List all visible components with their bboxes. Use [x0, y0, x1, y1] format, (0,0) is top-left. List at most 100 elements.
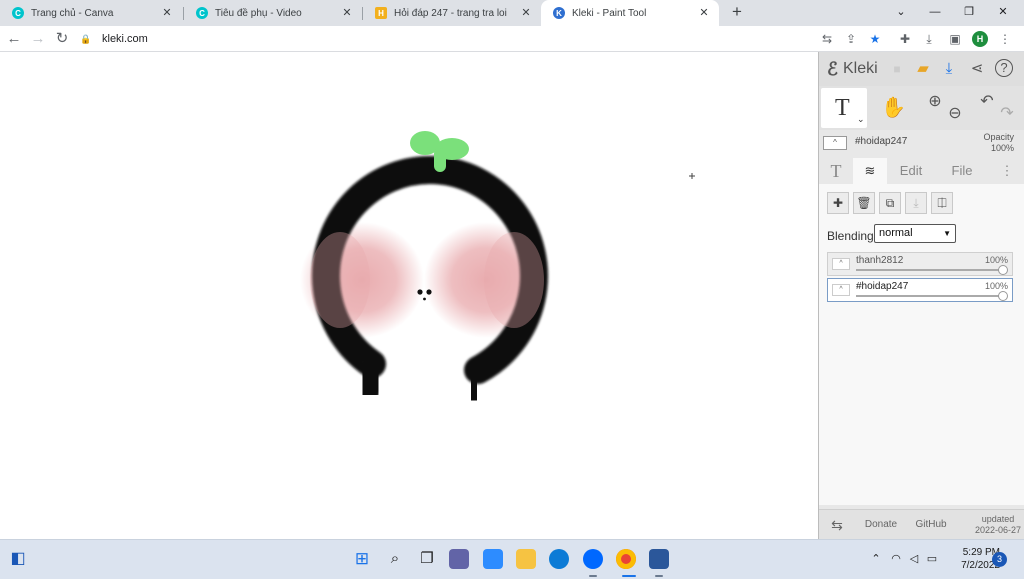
merge-down-icon[interactable]: ⤓	[905, 192, 927, 214]
panel-footer: ⇆ Donate GitHub updated 2022-06-27	[819, 509, 1024, 539]
file-explorer-icon[interactable]	[516, 549, 536, 569]
windows-taskbar: ◧ ⊞ ⌕ ❐ ⌃ ◠ ◁ ▭ 5:29 PM 7/2/2022 3	[0, 539, 1024, 579]
hoidap-icon: H	[375, 7, 387, 19]
address-bar[interactable]: 🔒 kleki.com	[80, 28, 810, 50]
restore-icon[interactable]: ❐	[952, 0, 986, 26]
layer-item[interactable]: ^ thanh2812 100%	[827, 252, 1013, 276]
search-icon[interactable]: ⌕	[385, 549, 405, 569]
delete-layer-trash-icon[interactable]: 🗑	[853, 192, 875, 214]
kebab-menu-icon[interactable]: ⋮	[996, 30, 1014, 48]
more-options-icon[interactable]: ⋮	[995, 158, 1019, 184]
slider-handle[interactable]	[998, 291, 1008, 301]
close-tab-icon[interactable]: ✕	[519, 6, 533, 20]
canva-icon: C	[196, 7, 208, 19]
duplicate-layer-icon[interactable]: ⧉	[879, 192, 901, 214]
layer-opacity-slider[interactable]	[856, 269, 1002, 271]
layer-thumbnail: ^	[832, 284, 850, 296]
tab-edit[interactable]: Edit	[889, 158, 933, 184]
layer-opacity: 100%	[984, 281, 1008, 291]
tab-text-settings[interactable]: T	[819, 158, 853, 184]
tab-hoidap[interactable]: H Hỏi đáp 247 - trang tra loi ✕	[363, 0, 541, 26]
right-cheek-tint	[484, 232, 544, 328]
minimize-icon[interactable]: —	[918, 0, 952, 26]
kleki-icon: K	[553, 7, 565, 19]
tab-search-chevron-icon[interactable]: ⌄	[884, 0, 918, 26]
new-image-icon[interactable]: ■	[887, 59, 907, 79]
layer-item-active[interactable]: ^ #hoidap247 100%	[827, 278, 1013, 302]
download-icon[interactable]: ⤓	[920, 30, 938, 48]
side-panel-icon[interactable]: ▣	[946, 30, 964, 48]
system-clock[interactable]: 5:29 PM 7/2/2022	[938, 546, 1000, 572]
zoom-icon[interactable]	[483, 549, 503, 569]
blending-select[interactable]: normal ▼	[874, 224, 956, 243]
save-download-icon[interactable]: ⤓	[939, 59, 959, 79]
layer-preview-thumb[interactable]: ^	[823, 136, 847, 150]
github-link[interactable]: GitHub	[909, 510, 953, 540]
donate-link[interactable]: Donate	[859, 510, 903, 540]
chevron-down-icon: ▼	[943, 229, 951, 238]
profile-avatar[interactable]: H	[972, 31, 988, 47]
swap-sides-icon[interactable]: ⇆	[823, 510, 851, 540]
volume-icon[interactable]: ◁	[906, 551, 922, 567]
help-icon[interactable]: ?	[995, 59, 1013, 77]
back-arrow-icon[interactable]: ←	[4, 29, 24, 49]
forward-arrow-icon[interactable]: →	[28, 29, 48, 49]
opacity-readout: Opacity 100%	[983, 132, 1014, 154]
text-tool-icon: T	[835, 95, 850, 121]
teams-chat-icon[interactable]	[449, 549, 469, 569]
sprout-stem	[434, 148, 446, 172]
chrome-icon[interactable]	[616, 549, 636, 569]
open-folder-icon[interactable]: ▰	[913, 59, 933, 79]
task-view-icon[interactable]: ❐	[417, 549, 437, 569]
zalo-icon[interactable]	[583, 549, 603, 569]
tab-kleki[interactable]: K Kleki - Paint Tool ✕	[541, 0, 719, 26]
slider-handle[interactable]	[998, 265, 1008, 275]
crosshair-cursor	[689, 173, 695, 179]
close-tab-icon[interactable]: ✕	[697, 6, 711, 20]
widgets-icon[interactable]: ◧	[8, 549, 28, 569]
zoom-out-icon[interactable]: ⊖	[943, 102, 967, 126]
kleki-logo-icon: ℰ	[827, 59, 838, 79]
hand-tool-icon[interactable]: ✋	[881, 96, 906, 120]
add-layer-button[interactable]: ✚	[827, 192, 849, 214]
layer-list: ^ thanh2812 100% ^ #hoidap247 100%	[819, 248, 1024, 505]
app-name: Kleki	[843, 60, 878, 77]
notification-badge[interactable]: 3	[992, 552, 1007, 567]
extensions-puzzle-icon[interactable]: ✚	[896, 30, 914, 48]
word-icon[interactable]	[649, 549, 669, 569]
new-tab-button[interactable]: +	[728, 3, 746, 21]
share-icon[interactable]: ⋖	[967, 59, 987, 79]
left-cheek-tint	[310, 232, 370, 328]
tab-canva-home[interactable]: C Trang chủ - Canva ✕	[0, 0, 182, 26]
text-tool-button[interactable]: T ⌄	[821, 88, 867, 128]
drawing-canvas[interactable]	[0, 52, 818, 539]
tab-layers[interactable]: ≋	[853, 158, 887, 184]
close-tab-icon[interactable]: ✕	[340, 6, 354, 20]
redo-icon[interactable]: ↷	[995, 102, 1019, 126]
canva-icon: C	[12, 7, 24, 19]
tool-dropdown-chevron-icon[interactable]: ⌄	[857, 114, 865, 125]
edge-browser-icon[interactable]	[549, 549, 569, 569]
tab-file[interactable]: File	[939, 158, 985, 184]
translate-icon[interactable]: ⇆	[818, 30, 836, 48]
rename-layer-icon[interactable]: ⎅	[931, 192, 953, 214]
wifi-icon[interactable]: ◠	[888, 551, 904, 567]
show-hidden-icons-chevron-icon[interactable]: ⌃	[868, 551, 884, 567]
share-icon[interactable]: ⇪	[842, 30, 860, 48]
tool-row: T ⌄ ✋ ⊕ ⊖ ↶ ↷	[819, 86, 1024, 130]
running-indicator	[589, 575, 597, 577]
close-tab-icon[interactable]: ✕	[160, 6, 174, 20]
clock-time: 5:29 PM	[962, 547, 1000, 558]
opacity-label: Opacity	[983, 132, 1014, 142]
bookmark-star-icon[interactable]: ★	[866, 30, 884, 48]
tab-label: Hỏi đáp 247 - trang tra loi	[394, 7, 507, 19]
start-windows-icon[interactable]: ⊞	[352, 549, 372, 569]
url-text: kleki.com	[102, 33, 148, 45]
left-foot	[350, 351, 391, 405]
window-close-icon[interactable]: ✕	[986, 0, 1020, 26]
opacity-value: 100%	[990, 143, 1014, 153]
tab-label: Trang chủ - Canva	[31, 7, 114, 19]
tab-canva-video[interactable]: C Tiêu đề phụ - Video ✕	[184, 0, 362, 26]
layer-opacity-slider[interactable]	[856, 295, 1002, 297]
reload-icon[interactable]: ↻	[52, 29, 72, 49]
